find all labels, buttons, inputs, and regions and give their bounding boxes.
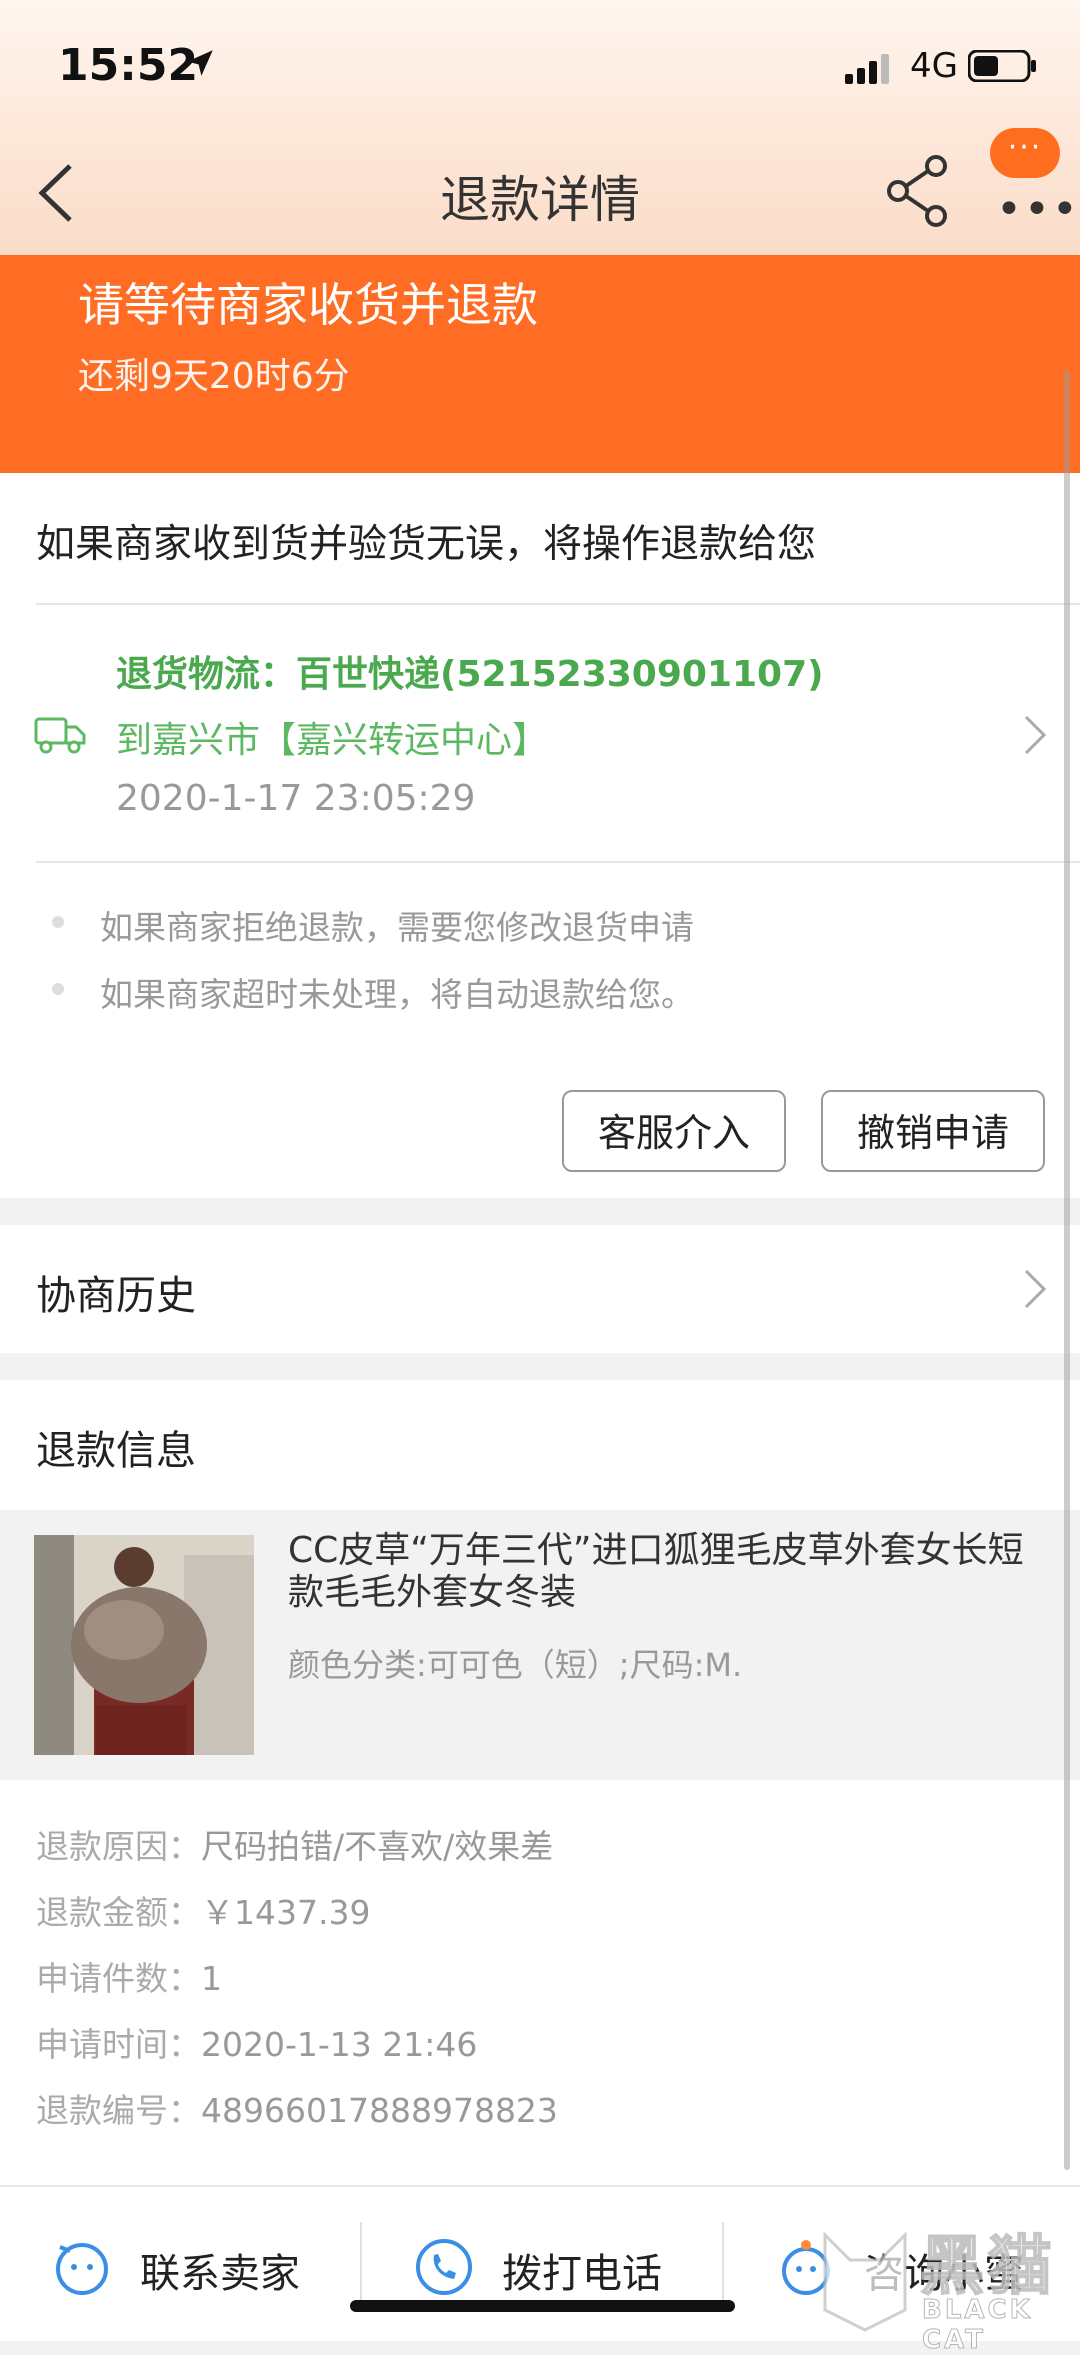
product-sku: 颜色分类:可可色（短）;尺码:M. [288,1646,743,1684]
more-menu-button[interactable]: ··· ••• [990,128,1078,238]
chat-face-icon [56,2243,108,2295]
status-bar: 15:52 4G [0,0,1080,130]
refund-status-banner: 请等待商家收货并退款 还剩9天20时6分 [0,255,1080,473]
network-type: 4G [910,46,958,86]
product-thumbnail [34,1535,254,1755]
cancel-request-button[interactable]: 撤销申请 [821,1090,1045,1172]
message-bubble-icon: ··· [990,128,1060,178]
phone-icon [416,2239,472,2295]
row-key: 退款编号： [36,2091,201,2130]
share-icon[interactable] [884,154,954,228]
call-label: 拨打电话 [502,2251,662,2297]
merchant-notice: 如果商家收到货并验货无误，将操作退款给您 [36,522,817,567]
row-key: 申请件数： [36,1959,201,1998]
divider [36,861,1080,863]
call-button[interactable]: 拨打电话 [362,2187,722,2307]
home-indicator[interactable] [350,2300,735,2312]
countdown-text: 还剩9天20时6分 [78,356,350,397]
logistics-carrier: 退货物流：百世快递(52152330901107) [116,654,824,695]
logistics-time: 2020-1-17 23:05:29 [116,778,476,819]
chevron-right-icon [1024,1269,1047,1309]
banner-title: 请等待商家收货并退款 [78,278,538,332]
history-label: 协商历史 [36,1273,196,1319]
section-title: 退款信息 [36,1428,196,1474]
row-value: 尺码拍错/不喜欢/效果差 [201,1827,554,1866]
chevron-right-icon [1024,715,1047,755]
status-time: 15:52 [58,40,199,91]
row-value: 1 [201,1959,222,1998]
contact-seller-label: 联系卖家 [140,2251,300,2297]
black-cat-watermark: 黑猫 BLACK CAT [810,2215,1080,2355]
tip-text: 如果商家超时未处理，将自动退款给您。 [100,975,694,1014]
watermark-en: BLACK CAT [922,2295,1033,2355]
row-key: 退款金额： [36,1893,201,1932]
row-key: 退款原因： [36,1827,201,1866]
row-value: ￥1437.39 [201,1893,371,1932]
battery-icon [968,50,1036,82]
scrollbar[interactable] [1064,370,1070,2170]
refund-progress-card: 如果商家收到货并验货无误，将操作退款给您 退货物流：百世快递(521523309… [0,473,1080,1198]
watermark-cn: 黑猫 [919,2229,1056,2305]
tip-text: 如果商家拒绝退款，需要您修改退货申请 [100,908,694,947]
row-value: 4896601788897882​3 [201,2091,558,2130]
row-value: 2020-1-13 21:46 [201,2025,478,2064]
signal-icon [845,54,889,84]
customer-service-button[interactable]: 客服介入 [562,1090,786,1172]
apply-time-row: 申请时间：2020-1-13 21:46 [36,2018,477,2066]
contact-seller-button[interactable]: 联系卖家 [0,2187,360,2307]
truck-icon [34,717,86,754]
location-arrow-icon [187,50,213,76]
product-item[interactable]: CC皮草“万年三代”进口狐狸毛皮草外套女长短款毛毛外套女冬装 颜色分类:可可色（… [0,1510,1080,1780]
refund-number-row: 退款编号：4896601788897882​3 [36,2084,558,2132]
refund-amount-row: 退款金额：￥1437.39 [36,1886,370,1934]
more-dots-icon: ••• [996,184,1080,235]
divider [36,603,1080,605]
cat-logo-icon [823,2231,907,2332]
negotiation-history-row[interactable]: 协商历史 [0,1225,1080,1353]
bullet-dot [52,916,64,928]
row-key: 申请时间： [36,2025,201,2064]
product-title: CC皮草“万年三代”进口狐狸毛皮草外套女长短款毛毛外套女冬装 [288,1530,1024,1613]
quantity-row: 申请件数：1 [36,1952,222,2000]
refund-info-card: 退款信息 CC皮草“万年三代”进口狐狸毛皮草外套女长短款毛毛外套女冬装 颜色分类… [0,1380,1080,2185]
nav-bar: 退款详情 ··· ••• [0,128,1080,255]
bullet-dot [52,983,64,995]
refund-reason-row: 退款原因：尺码拍错/不喜欢/效果差 [36,1820,553,1868]
logistics-location: 到嘉兴市【嘉兴转运中心】 [116,720,549,761]
